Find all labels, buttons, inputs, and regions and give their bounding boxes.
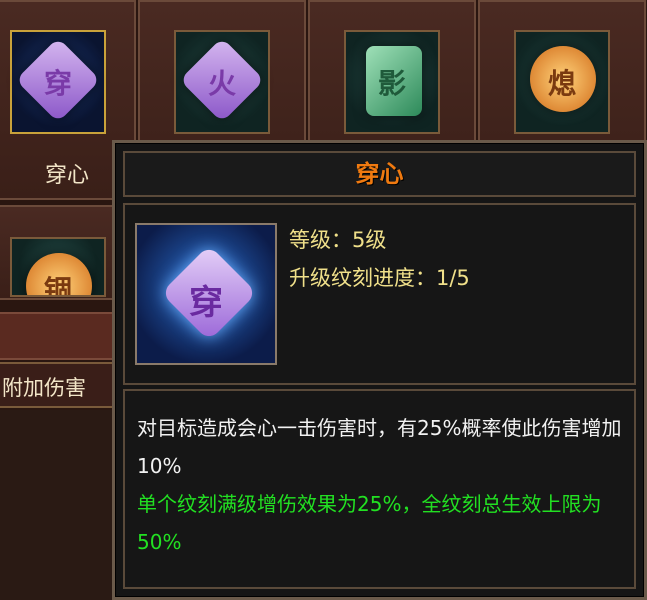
slot-icon-frame: 穿: [10, 30, 106, 134]
tooltip-description-box: 对目标造成会心一击伤害时，有25%概率使此伤害增加10% 单个纹刻满级增伤效果为…: [123, 389, 636, 589]
level-text: 等级：5级: [289, 228, 387, 252]
slot-icon-frame: 熄: [514, 30, 610, 134]
effect-description: 对目标造成会心一击伤害时，有25%概率使此伤害增加10%: [137, 416, 622, 478]
slot-icon-frame: 影: [344, 30, 440, 134]
attribute-label-box: 附加伤害: [0, 362, 120, 408]
effect-note: 单个纹刻满级增伤效果为25%，全纹刻总生效上限为50%: [137, 492, 602, 554]
slot-icon-frame: 火: [174, 30, 270, 134]
slot-icon-frame: 锢: [10, 237, 106, 297]
attribute-header-bar: [0, 312, 120, 360]
talisman-tooltip: 穿心 穿 等级：5级 升级纹刻进度：1/5 对目标造成会心一击伤害时，有25%概…: [112, 140, 647, 600]
tooltip-title-bar: 穿心: [123, 151, 636, 197]
left-panel-background: [0, 410, 120, 600]
tooltip-stats: 等级：5级 升级纹刻进度：1/5: [289, 221, 470, 297]
tooltip-icon-glyph: 穿: [189, 283, 223, 323]
tooltip-icon-frame: 穿: [135, 223, 277, 365]
gem-glyph: 火: [207, 67, 236, 100]
gem-glyph: 影: [377, 67, 406, 100]
progress-text: 升级纹刻进度：1/5: [289, 266, 470, 290]
gem-glyph: 熄: [547, 67, 576, 100]
attribute-label: 附加伤害: [2, 376, 86, 400]
gem-glyph: 锢: [43, 274, 72, 297]
gem-glyph: 穿: [43, 67, 72, 100]
tooltip-title: 穿心: [355, 160, 404, 188]
tooltip-header: 穿 等级：5级 升级纹刻进度：1/5: [123, 203, 636, 385]
